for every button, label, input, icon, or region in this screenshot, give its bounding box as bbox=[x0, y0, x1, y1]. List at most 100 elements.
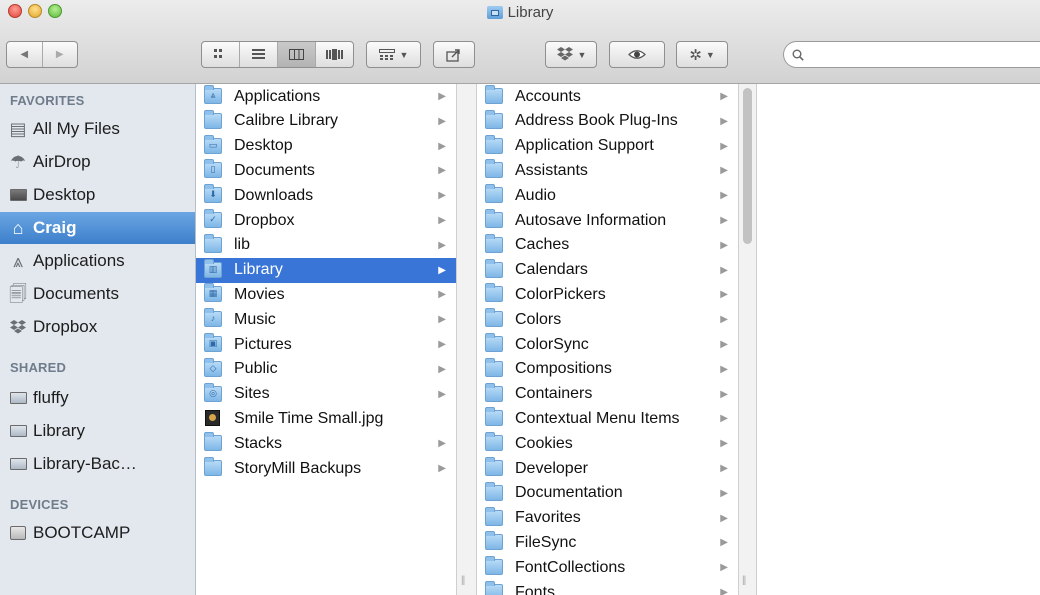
list-item[interactable]: ▭ Desktop ▶ bbox=[196, 134, 456, 159]
column-view-button[interactable] bbox=[278, 42, 316, 67]
sites-folder-icon: ◎ bbox=[204, 382, 222, 402]
sidebar-item-craig[interactable]: ⌂ Craig bbox=[0, 212, 195, 244]
documents-folder-icon: ▯ bbox=[204, 159, 222, 179]
disclosure-arrow-icon: ▶ bbox=[438, 363, 446, 375]
quick-look-button[interactable] bbox=[609, 41, 665, 68]
column-resize-grip[interactable]: || bbox=[742, 575, 746, 586]
sidebar-item-all-my-files[interactable]: ▤ All My Files bbox=[0, 113, 195, 145]
monitor-icon bbox=[8, 421, 28, 441]
list-item[interactable]: Calendars ▶ bbox=[477, 258, 738, 283]
disclosure-arrow-icon: ▶ bbox=[720, 438, 728, 450]
list-item[interactable]: Favorites ▶ bbox=[477, 506, 738, 531]
movies-glyph-icon: ▦ bbox=[208, 288, 218, 299]
list-item[interactable]: StoryMill Backups ▶ bbox=[196, 456, 456, 481]
disclosure-arrow-icon: ▶ bbox=[720, 363, 728, 375]
column-divider[interactable] bbox=[457, 84, 477, 595]
search-field[interactable] bbox=[783, 41, 1040, 68]
share-button[interactable] bbox=[433, 41, 475, 68]
back-button[interactable]: ◀ bbox=[7, 42, 43, 67]
list-item[interactable]: ColorSync ▶ bbox=[477, 332, 738, 357]
disclosure-arrow-icon: ▶ bbox=[720, 215, 728, 226]
sidebar-item-library-backup[interactable]: Library-Bac… bbox=[0, 448, 195, 480]
desktop-icon bbox=[8, 185, 28, 205]
list-item[interactable]: Caches ▶ bbox=[477, 233, 738, 258]
library-folder-icon: ▥ bbox=[204, 258, 222, 278]
list-view-button[interactable] bbox=[240, 42, 278, 67]
sidebar-item-library[interactable]: Library bbox=[0, 415, 195, 447]
sidebar-item-bootcamp[interactable]: BOOTCAMP bbox=[0, 517, 195, 549]
search-input[interactable] bbox=[810, 46, 1040, 63]
sidebar-item-label: Documents bbox=[33, 284, 119, 303]
column-resize-grip[interactable]: || bbox=[461, 575, 465, 586]
gear-icon: ✲ bbox=[689, 46, 702, 64]
scrollbar-thumb[interactable] bbox=[743, 88, 752, 244]
list-item[interactable]: Documentation ▶ bbox=[477, 481, 738, 506]
list-item-label: Accounts bbox=[515, 87, 581, 105]
list-item[interactable]: ▦ Movies ▶ bbox=[196, 282, 456, 307]
list-item[interactable]: Accounts ▶ bbox=[477, 84, 738, 109]
dropbox-menu-button[interactable]: ▼ bbox=[545, 41, 597, 68]
movies-folder-icon: ▦ bbox=[204, 283, 222, 303]
disclosure-arrow-icon: ▶ bbox=[720, 140, 728, 152]
list-item[interactable]: ✓ Dropbox ▶ bbox=[196, 208, 456, 233]
list-item[interactable]: Audio ▶ bbox=[477, 183, 738, 208]
list-item[interactable]: ♪ Music ▶ bbox=[196, 307, 456, 332]
disclosure-arrow-icon: ▶ bbox=[720, 339, 728, 350]
list-item[interactable]: lib ▶ bbox=[196, 233, 456, 258]
list-item[interactable]: Compositions ▶ bbox=[477, 357, 738, 382]
list-item[interactable]: Contextual Menu Items ▶ bbox=[477, 406, 738, 431]
cover-flow-button[interactable] bbox=[316, 42, 353, 67]
list-item[interactable]: ◎ Sites ▶ bbox=[196, 382, 456, 407]
action-button[interactable]: ✲ ▼ bbox=[676, 41, 728, 68]
list-item[interactable]: Address Book Plug-Ins ▶ bbox=[477, 109, 738, 134]
folder-icon bbox=[485, 581, 503, 595]
list-item[interactable]: Autosave Information ▶ bbox=[477, 208, 738, 233]
list-item[interactable]: ▣ Pictures ▶ bbox=[196, 332, 456, 357]
list-item-label: FileSync bbox=[515, 533, 577, 551]
documents-icon: 🗐 bbox=[9, 284, 27, 304]
folder-icon bbox=[204, 233, 222, 253]
disclosure-arrow-icon: ▶ bbox=[438, 140, 446, 152]
list-item[interactable]: Developer ▶ bbox=[477, 456, 738, 481]
disclosure-arrow-icon: ▶ bbox=[720, 388, 728, 400]
list-item[interactable]: ▥ Library ▶ bbox=[196, 257, 456, 283]
applications-glyph-icon: ⩓ bbox=[210, 90, 216, 100]
list-item[interactable]: Assistants ▶ bbox=[477, 158, 738, 183]
sidebar-item-desktop[interactable]: Desktop bbox=[0, 179, 195, 211]
forward-button[interactable]: ▶ bbox=[43, 42, 78, 67]
list-item-label: Movies bbox=[234, 285, 285, 303]
arrange-button[interactable]: ▼ bbox=[366, 41, 421, 68]
list-item[interactable]: ColorPickers ▶ bbox=[477, 282, 738, 307]
list-item-label: Address Book Plug-Ins bbox=[515, 112, 678, 130]
list-item[interactable]: Containers ▶ bbox=[477, 382, 738, 407]
disclosure-arrow-icon: ▶ bbox=[720, 463, 728, 474]
icon-view-button[interactable] bbox=[202, 42, 240, 67]
back-forward-control: ◀ ▶ bbox=[6, 41, 78, 68]
list-item[interactable]: Stacks ▶ bbox=[196, 431, 456, 456]
sidebar-item-documents[interactable]: 🗐 Documents bbox=[0, 278, 195, 310]
list-item-label: Pictures bbox=[234, 335, 292, 353]
list-item[interactable]: Cookies ▶ bbox=[477, 431, 738, 456]
list-item[interactable]: Colors ▶ bbox=[477, 307, 738, 332]
pictures-folder-icon: ▣ bbox=[204, 333, 222, 352]
list-item[interactable]: Calibre Library ▶ bbox=[196, 109, 456, 134]
sidebar-item-label: fluffy bbox=[33, 388, 69, 407]
list-item[interactable]: Application Support ▶ bbox=[477, 134, 738, 159]
list-item[interactable]: Fonts ▶ bbox=[477, 580, 738, 595]
sidebar-item-applications[interactable]: ⩓ Applications bbox=[0, 245, 195, 277]
list-item[interactable]: FileSync ▶ bbox=[477, 530, 738, 555]
list-item[interactable]: Smile Time Small.jpg bbox=[196, 406, 456, 431]
disclosure-arrow-icon: ▶ bbox=[438, 91, 446, 102]
image-file-icon bbox=[205, 410, 220, 427]
list-item-label: Caches bbox=[515, 236, 570, 254]
list-item[interactable]: ⩓ Applications ▶ bbox=[196, 84, 456, 109]
list-item[interactable]: ⬇ Downloads ▶ bbox=[196, 183, 456, 208]
column-empty bbox=[757, 84, 1040, 595]
sidebar-item-fluffy[interactable]: fluffy bbox=[0, 382, 195, 414]
sidebar-item-airdrop[interactable]: ☂ AirDrop bbox=[0, 146, 195, 178]
sidebar-item-dropbox[interactable]: Dropbox bbox=[0, 311, 195, 343]
list-item[interactable]: FontCollections ▶ bbox=[477, 555, 738, 580]
column-view-icon bbox=[289, 49, 304, 60]
list-item[interactable]: ◇ Public ▶ bbox=[196, 357, 456, 382]
list-item[interactable]: ▯ Documents ▶ bbox=[196, 158, 456, 183]
